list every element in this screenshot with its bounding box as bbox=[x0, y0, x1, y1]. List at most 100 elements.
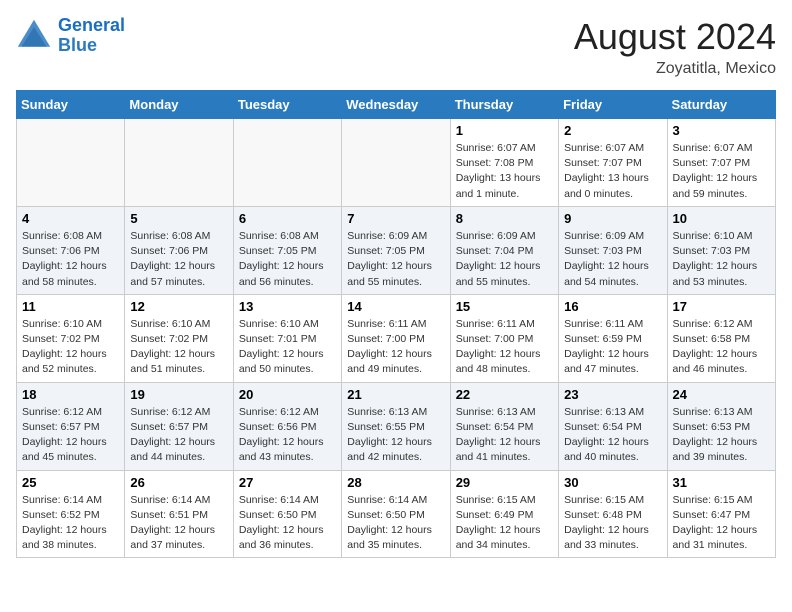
calendar-title: August 2024 bbox=[574, 16, 776, 58]
calendar-cell: 19 Sunrise: 6:12 AM Sunset: 6:57 PM Dayli… bbox=[125, 382, 233, 470]
day-number: 31 bbox=[673, 475, 770, 490]
logo-icon bbox=[16, 18, 52, 54]
calendar-cell: 2 Sunrise: 6:07 AM Sunset: 7:07 PM Daylig… bbox=[559, 119, 667, 207]
calendar-cell bbox=[125, 119, 233, 207]
weekday-header-saturday: Saturday bbox=[667, 91, 775, 119]
day-number: 26 bbox=[130, 475, 227, 490]
day-number: 13 bbox=[239, 299, 336, 314]
day-info: Sunrise: 6:13 AM Sunset: 6:54 PM Dayligh… bbox=[564, 405, 661, 466]
day-info: Sunrise: 6:10 AM Sunset: 7:02 PM Dayligh… bbox=[130, 317, 227, 378]
day-info: Sunrise: 6:07 AM Sunset: 7:07 PM Dayligh… bbox=[673, 141, 770, 202]
day-number: 12 bbox=[130, 299, 227, 314]
day-number: 9 bbox=[564, 211, 661, 226]
calendar-cell: 16 Sunrise: 6:11 AM Sunset: 6:59 PM Dayli… bbox=[559, 294, 667, 382]
week-row-5: 25 Sunrise: 6:14 AM Sunset: 6:52 PM Dayli… bbox=[17, 470, 776, 558]
day-info: Sunrise: 6:13 AM Sunset: 6:55 PM Dayligh… bbox=[347, 405, 444, 466]
logo-line1: General bbox=[58, 15, 125, 35]
calendar-cell: 3Sunrise: 6:07 AM Sunset: 7:07 PM Daylig… bbox=[667, 119, 775, 207]
day-number: 11 bbox=[22, 299, 119, 314]
calendar-cell: 31 Sunrise: 6:15 AM Sunset: 6:47 PM Dayli… bbox=[667, 470, 775, 558]
calendar-cell: 28 Sunrise: 6:14 AM Sunset: 6:50 PM Dayli… bbox=[342, 470, 450, 558]
day-number: 15 bbox=[456, 299, 553, 314]
calendar-cell: 20 Sunrise: 6:12 AM Sunset: 6:56 PM Dayli… bbox=[233, 382, 341, 470]
calendar-cell: 8 Sunrise: 6:09 AM Sunset: 7:04 PM Daylig… bbox=[450, 206, 558, 294]
day-number: 27 bbox=[239, 475, 336, 490]
calendar-cell: 1Sunrise: 6:07 AM Sunset: 7:08 PM Daylig… bbox=[450, 119, 558, 207]
page-header: General Blue August 2024 Zoyatitla, Mexi… bbox=[16, 16, 776, 78]
day-number: 10 bbox=[673, 211, 770, 226]
calendar-cell bbox=[17, 119, 125, 207]
day-number: 20 bbox=[239, 387, 336, 402]
calendar-cell: 5 Sunrise: 6:08 AM Sunset: 7:06 PM Daylig… bbox=[125, 206, 233, 294]
day-info: Sunrise: 6:14 AM Sunset: 6:50 PM Dayligh… bbox=[347, 493, 444, 554]
calendar-cell: 27 Sunrise: 6:14 AM Sunset: 6:50 PM Dayli… bbox=[233, 470, 341, 558]
day-info: Sunrise: 6:12 AM Sunset: 6:57 PM Dayligh… bbox=[130, 405, 227, 466]
day-number: 16 bbox=[564, 299, 661, 314]
day-info: Sunrise: 6:11 AM Sunset: 7:00 PM Dayligh… bbox=[347, 317, 444, 378]
day-info: Sunrise: 6:10 AM Sunset: 7:03 PM Dayligh… bbox=[673, 229, 770, 290]
day-info: Sunrise: 6:14 AM Sunset: 6:50 PM Dayligh… bbox=[239, 493, 336, 554]
weekday-header-tuesday: Tuesday bbox=[233, 91, 341, 119]
day-info: Sunrise: 6:15 AM Sunset: 6:48 PM Dayligh… bbox=[564, 493, 661, 554]
day-info: Sunrise: 6:14 AM Sunset: 6:52 PM Dayligh… bbox=[22, 493, 119, 554]
day-number: 24 bbox=[673, 387, 770, 402]
week-row-2: 4 Sunrise: 6:08 AM Sunset: 7:06 PM Daylig… bbox=[17, 206, 776, 294]
day-number: 14 bbox=[347, 299, 444, 314]
weekday-header-row: SundayMondayTuesdayWednesdayThursdayFrid… bbox=[17, 91, 776, 119]
title-block: August 2024 Zoyatitla, Mexico bbox=[574, 16, 776, 78]
calendar-cell: 23Sunrise: 6:13 AM Sunset: 6:54 PM Dayli… bbox=[559, 382, 667, 470]
day-number: 7 bbox=[347, 211, 444, 226]
day-info: Sunrise: 6:12 AM Sunset: 6:56 PM Dayligh… bbox=[239, 405, 336, 466]
calendar-cell: 10 Sunrise: 6:10 AM Sunset: 7:03 PM Dayli… bbox=[667, 206, 775, 294]
logo: General Blue bbox=[16, 16, 125, 56]
day-info: Sunrise: 6:09 AM Sunset: 7:04 PM Dayligh… bbox=[456, 229, 553, 290]
day-info: Sunrise: 6:09 AM Sunset: 7:05 PM Dayligh… bbox=[347, 229, 444, 290]
day-number: 17 bbox=[673, 299, 770, 314]
logo-text: General Blue bbox=[58, 16, 125, 56]
day-info: Sunrise: 6:12 AM Sunset: 6:57 PM Dayligh… bbox=[22, 405, 119, 466]
day-number: 19 bbox=[130, 387, 227, 402]
day-number: 1 bbox=[456, 123, 553, 138]
weekday-header-sunday: Sunday bbox=[17, 91, 125, 119]
calendar-cell: 15 Sunrise: 6:11 AM Sunset: 7:00 PM Dayli… bbox=[450, 294, 558, 382]
day-info: Sunrise: 6:08 AM Sunset: 7:06 PM Dayligh… bbox=[22, 229, 119, 290]
calendar-cell: 11Sunrise: 6:10 AM Sunset: 7:02 PM Dayli… bbox=[17, 294, 125, 382]
day-info: Sunrise: 6:11 AM Sunset: 7:00 PM Dayligh… bbox=[456, 317, 553, 378]
calendar-cell: 18 Sunrise: 6:12 AM Sunset: 6:57 PM Dayli… bbox=[17, 382, 125, 470]
day-number: 22 bbox=[456, 387, 553, 402]
calendar-cell: 26 Sunrise: 6:14 AM Sunset: 6:51 PM Dayli… bbox=[125, 470, 233, 558]
day-info: Sunrise: 6:12 AM Sunset: 6:58 PM Dayligh… bbox=[673, 317, 770, 378]
calendar-location: Zoyatitla, Mexico bbox=[574, 60, 776, 78]
calendar-cell: 17 Sunrise: 6:12 AM Sunset: 6:58 PM Dayli… bbox=[667, 294, 775, 382]
calendar-cell bbox=[342, 119, 450, 207]
day-info: Sunrise: 6:09 AM Sunset: 7:03 PM Dayligh… bbox=[564, 229, 661, 290]
calendar-cell: 29Sunrise: 6:15 AM Sunset: 6:49 PM Dayli… bbox=[450, 470, 558, 558]
day-info: Sunrise: 6:07 AM Sunset: 7:07 PM Dayligh… bbox=[564, 141, 661, 202]
day-number: 8 bbox=[456, 211, 553, 226]
calendar-table: SundayMondayTuesdayWednesdayThursdayFrid… bbox=[16, 90, 776, 558]
day-info: Sunrise: 6:11 AM Sunset: 6:59 PM Dayligh… bbox=[564, 317, 661, 378]
calendar-cell bbox=[233, 119, 341, 207]
weekday-header-thursday: Thursday bbox=[450, 91, 558, 119]
weekday-header-monday: Monday bbox=[125, 91, 233, 119]
day-number: 18 bbox=[22, 387, 119, 402]
day-info: Sunrise: 6:15 AM Sunset: 6:47 PM Dayligh… bbox=[673, 493, 770, 554]
day-number: 30 bbox=[564, 475, 661, 490]
calendar-cell: 12 Sunrise: 6:10 AM Sunset: 7:02 PM Dayli… bbox=[125, 294, 233, 382]
calendar-cell: 21Sunrise: 6:13 AM Sunset: 6:55 PM Dayli… bbox=[342, 382, 450, 470]
day-info: Sunrise: 6:08 AM Sunset: 7:06 PM Dayligh… bbox=[130, 229, 227, 290]
calendar-cell: 30 Sunrise: 6:15 AM Sunset: 6:48 PM Dayli… bbox=[559, 470, 667, 558]
day-number: 4 bbox=[22, 211, 119, 226]
day-info: Sunrise: 6:13 AM Sunset: 6:53 PM Dayligh… bbox=[673, 405, 770, 466]
calendar-cell: 14 Sunrise: 6:11 AM Sunset: 7:00 PM Dayli… bbox=[342, 294, 450, 382]
day-number: 5 bbox=[130, 211, 227, 226]
day-info: Sunrise: 6:14 AM Sunset: 6:51 PM Dayligh… bbox=[130, 493, 227, 554]
day-number: 25 bbox=[22, 475, 119, 490]
day-number: 29 bbox=[456, 475, 553, 490]
calendar-cell: 6Sunrise: 6:08 AM Sunset: 7:05 PM Daylig… bbox=[233, 206, 341, 294]
calendar-cell: 9 Sunrise: 6:09 AM Sunset: 7:03 PM Daylig… bbox=[559, 206, 667, 294]
day-info: Sunrise: 6:10 AM Sunset: 7:01 PM Dayligh… bbox=[239, 317, 336, 378]
day-number: 2 bbox=[564, 123, 661, 138]
day-number: 28 bbox=[347, 475, 444, 490]
day-info: Sunrise: 6:08 AM Sunset: 7:05 PM Dayligh… bbox=[239, 229, 336, 290]
